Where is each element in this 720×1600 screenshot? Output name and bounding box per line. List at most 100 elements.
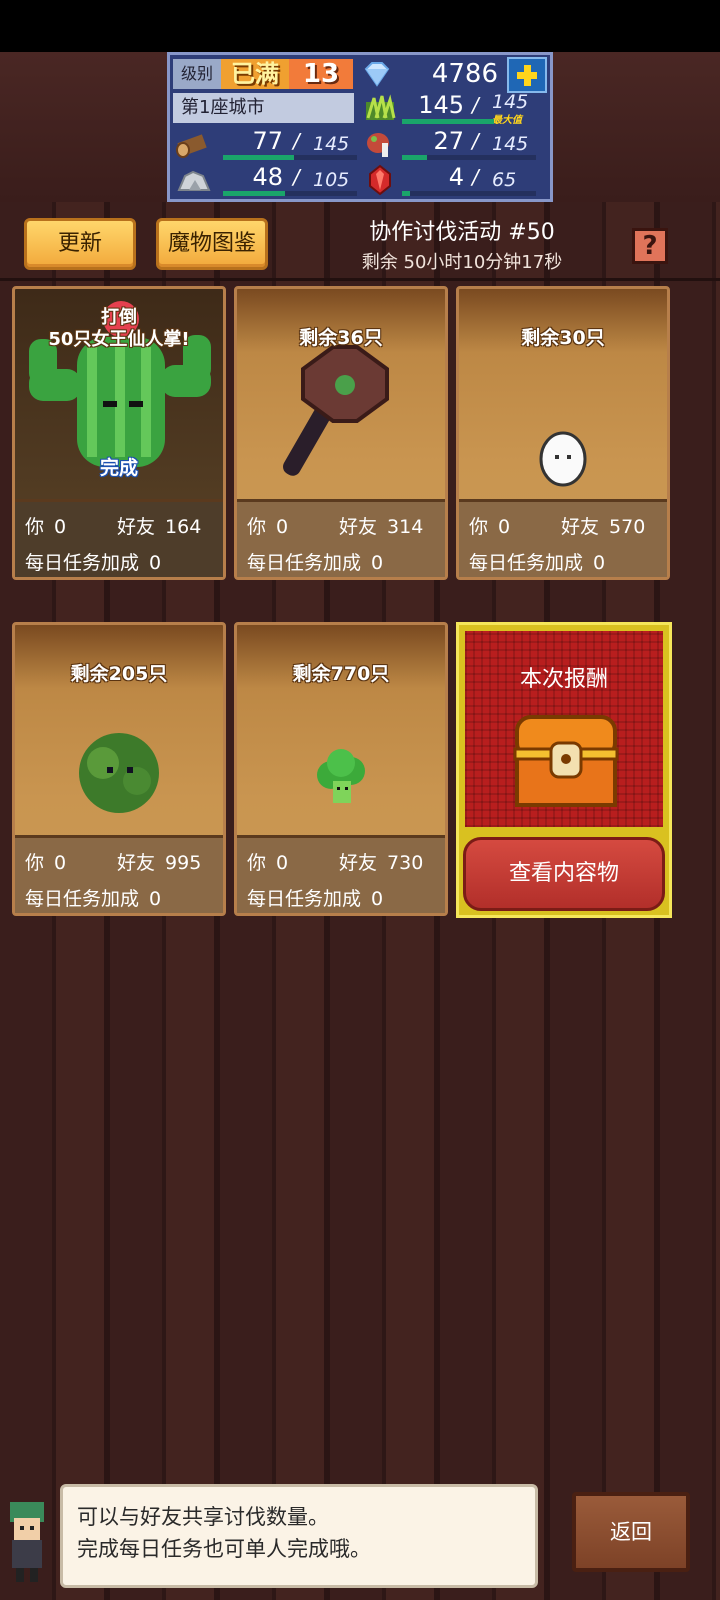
bonus-stat: 每日任务加成 0 <box>247 884 383 911</box>
monster-card-egg[interactable]: 剩余30只 你0 好友 570 每日任务加成 0 <box>456 286 670 580</box>
friends-label: 好友 <box>561 516 600 538</box>
card-stats: 你0 好友 314 每日任务加成 0 <box>237 499 445 577</box>
you-count: 0 <box>54 852 67 874</box>
bonus-stat: 每日任务加成 0 <box>247 548 383 575</box>
reward-card: 本次报酬 查看内容物 <box>456 622 672 918</box>
remaining-count: 剩余205只 <box>70 663 168 685</box>
meat-max: 145 <box>492 133 529 155</box>
food-max-tag: 最大值 <box>492 115 522 126</box>
friends-count: 164 <box>165 516 202 538</box>
completed-label: 完成 <box>99 457 138 479</box>
crystal-max: 65 <box>492 169 517 191</box>
friends-label: 好友 <box>117 516 156 538</box>
friends-label: 好友 <box>339 516 378 538</box>
card-art <box>237 625 445 835</box>
you-label: 你 <box>25 852 45 874</box>
bestiary-button[interactable]: 魔物图鉴 <box>156 218 268 270</box>
back-button[interactable]: 返回 <box>572 1492 690 1572</box>
you-stat: 你0 <box>247 512 288 539</box>
daily-bonus-count: 0 <box>149 552 162 574</box>
crystal-bar <box>402 191 410 196</box>
you-count: 0 <box>498 516 511 538</box>
food-max: 145 <box>492 91 529 113</box>
crystal-value: 4 <box>448 163 464 191</box>
monster-card-cactus-queen[interactable]: 打倒 50只女王仙人掌! 完成 你0 好友 164 每日任务加成 0 <box>12 286 226 580</box>
daily-bonus-label: 每日任务加成 <box>247 888 362 910</box>
monster-card-broccoli[interactable]: 剩余770只 你0 好友 730 每日任务加成 0 <box>234 622 448 916</box>
you-label: 你 <box>247 852 267 874</box>
friends-count: 995 <box>165 852 202 874</box>
event-title: 协作讨伐活动 #50 <box>369 220 555 245</box>
refresh-button[interactable]: 更新 <box>24 218 136 270</box>
card-objective-line1: 打倒 <box>101 307 137 328</box>
card-stats: 你0 好友 730 每日任务加成 0 <box>237 835 445 913</box>
friends-count: 314 <box>387 516 424 538</box>
broccoli-monster-icon <box>317 749 365 803</box>
you-count: 0 <box>276 852 289 874</box>
friends-stat: 好友 730 <box>339 848 423 875</box>
add-gems-button[interactable] <box>507 57 547 93</box>
card-art <box>459 289 667 499</box>
resource-panel: 级别 已满 13 第1座城市 4786 145 / 145 最大值 77 / 1… <box>167 52 553 202</box>
level-value: 13 <box>289 59 353 89</box>
ore-row: 48 / 105 <box>173 163 357 197</box>
help-button[interactable]: ? <box>632 228 668 264</box>
wood-row: 77 / 145 <box>173 127 357 161</box>
friends-stat: 好友 164 <box>117 512 201 539</box>
ore-value: 48 <box>252 163 283 191</box>
friends-label: 好友 <box>339 852 378 874</box>
gem-count: 4786 <box>431 59 498 89</box>
friends-label: 好友 <box>117 852 156 874</box>
level-max-badge: 已满 <box>221 59 289 89</box>
ore-bar <box>223 191 285 196</box>
ore-icon <box>173 163 213 197</box>
crystal-bar-track <box>402 191 536 196</box>
remaining-count: 剩余30只 <box>521 327 605 349</box>
food-separator: / <box>472 93 479 117</box>
card-stats: 你0 好友 570 每日任务加成 0 <box>459 499 667 577</box>
bonus-stat: 每日任务加成 0 <box>25 884 161 911</box>
guide-dialog: 可以与好友共享讨伐数量。 完成每日任务也可单人完成哦。 <box>60 1484 538 1588</box>
you-label: 你 <box>469 516 489 538</box>
event-timer: 剩余 50小时10分钟17秒 <box>361 252 563 273</box>
monster-card-bush[interactable]: 剩余205只 你0 好友 995 每日任务加成 0 <box>12 622 226 916</box>
monster-card-staff[interactable]: 剩余36只 你0 好友 314 每日任务加成 0 <box>234 286 448 580</box>
view-contents-button[interactable]: 查看内容物 <box>463 837 665 911</box>
food-row: 145 / 145 最大值 <box>360 91 550 126</box>
wood-value: 77 <box>252 127 283 155</box>
bonus-stat: 每日任务加成 0 <box>25 548 161 575</box>
remaining-count: 剩余36只 <box>299 327 383 349</box>
you-label: 你 <box>25 516 45 538</box>
you-stat: 你0 <box>25 512 66 539</box>
friends-count: 730 <box>387 852 424 874</box>
daily-bonus-label: 每日任务加成 <box>469 552 584 574</box>
meat-value: 27 <box>433 127 464 155</box>
you-stat: 你0 <box>469 512 510 539</box>
dialog-line-1: 可以与好友共享讨伐数量。 <box>77 1505 329 1529</box>
wood-bar <box>223 155 294 160</box>
daily-bonus-count: 0 <box>371 552 384 574</box>
food-bar <box>402 119 494 124</box>
food-value: 145 <box>418 91 464 119</box>
daily-bonus-count: 0 <box>593 552 606 574</box>
header-divider <box>0 278 720 281</box>
card-objective-line2: 50只女王仙人掌! <box>48 329 190 350</box>
level-label: 级别 <box>173 59 221 89</box>
meat-icon <box>360 127 400 161</box>
crystal-row: 4 / 65 <box>360 163 550 197</box>
daily-bonus-count: 0 <box>371 888 384 910</box>
card-stats: 你0 好友 164 每日任务加成 0 <box>15 499 223 577</box>
you-stat: 你0 <box>247 848 288 875</box>
meat-separator: / <box>472 129 479 153</box>
grass-icon <box>360 91 400 125</box>
crystal-separator: / <box>472 165 479 189</box>
friends-count: 570 <box>609 516 646 538</box>
city-name: 第1座城市 <box>173 93 354 123</box>
treasure-chest-icon <box>513 715 619 807</box>
ore-max: 105 <box>313 169 350 191</box>
status-bar <box>0 0 720 52</box>
friends-stat: 好友 314 <box>339 512 423 539</box>
wood-separator: / <box>293 129 300 153</box>
you-count: 0 <box>54 516 67 538</box>
diamond-icon <box>362 59 392 89</box>
